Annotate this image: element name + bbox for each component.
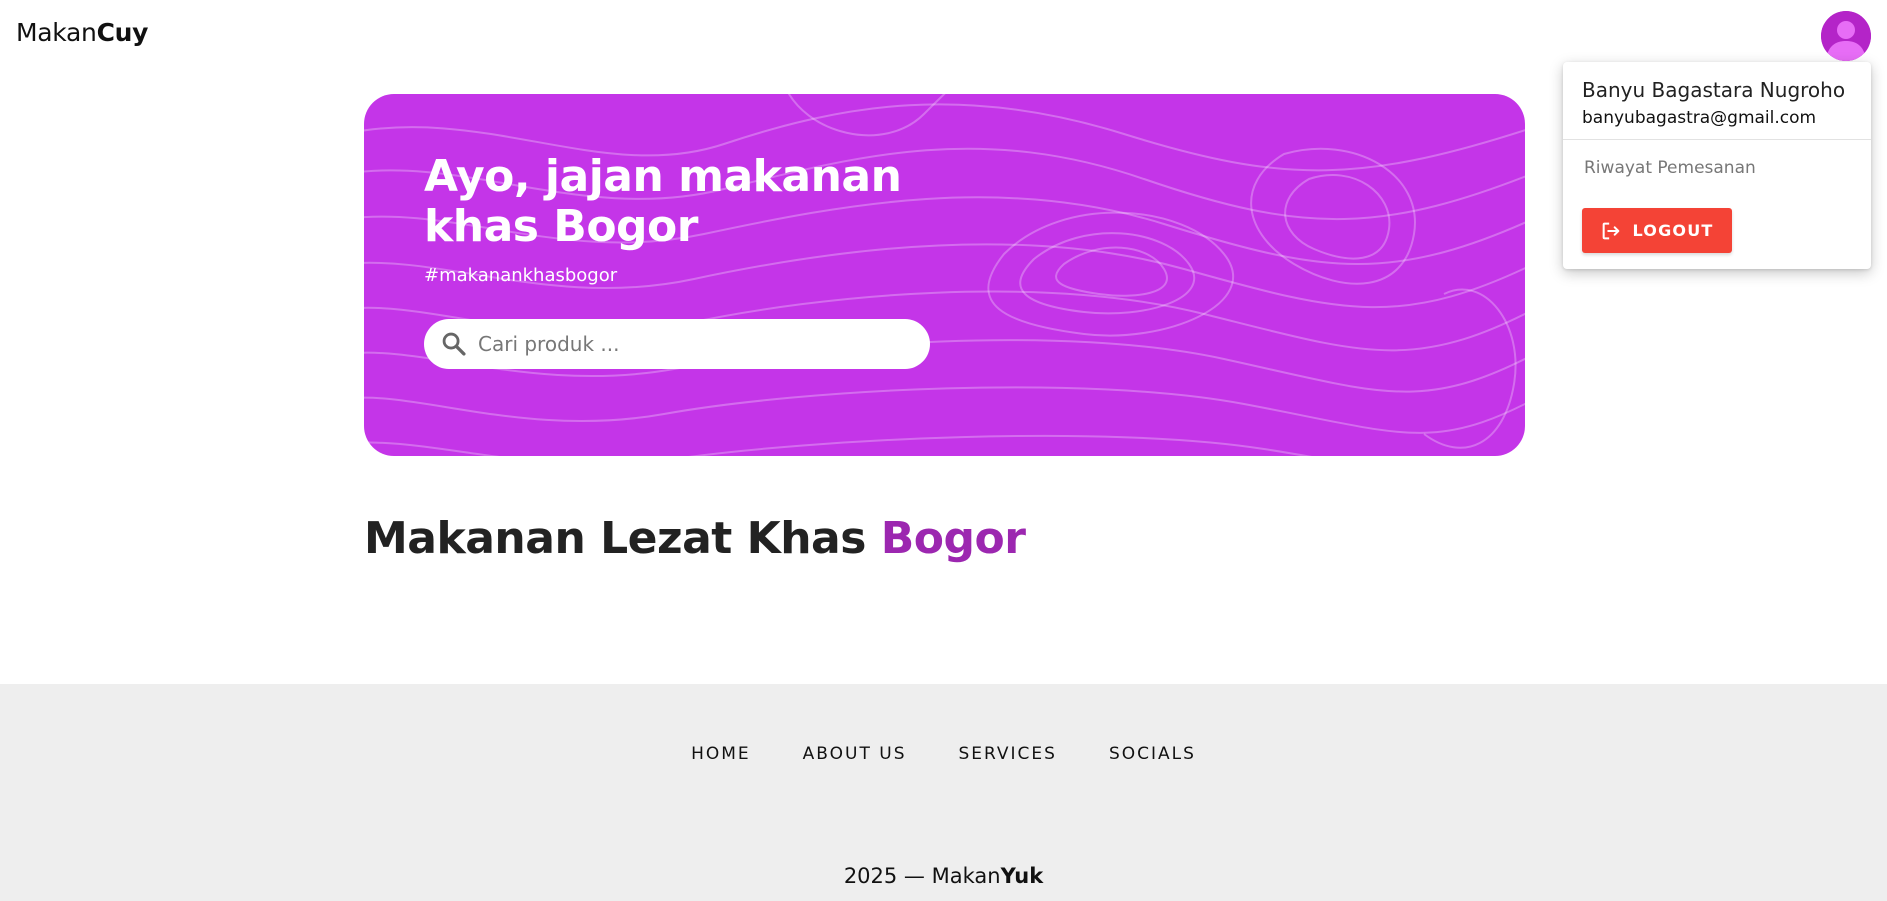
logout-icon <box>1603 222 1620 239</box>
section-title-main: Makanan Lezat Khas <box>364 513 866 564</box>
copyright-prefix: 2025 — Makan <box>843 864 1001 888</box>
logout-label: LOGOUT <box>1632 221 1714 240</box>
copyright: 2025 — MakanYuk <box>0 864 1887 888</box>
user-menu: Banyu Bagastara Nugroho banyubagastra@gm… <box>1563 62 1871 269</box>
menu-divider <box>1563 139 1871 140</box>
brand-prefix: Makan <box>16 18 97 47</box>
section-title: Makanan Lezat Khas Bogor <box>364 513 1026 564</box>
footer-nav: HOME ABOUT US SERVICES SOCIALS <box>0 744 1887 764</box>
section-title-accent: Bogor <box>880 513 1026 564</box>
hero-title: Ayo, jajan makanan khas Bogor <box>424 151 902 252</box>
brand-logo[interactable]: MakanCuy <box>16 18 148 47</box>
brand-suffix: Cuy <box>96 18 149 47</box>
footer-link-services[interactable]: SERVICES <box>959 744 1057 764</box>
logout-button[interactable]: LOGOUT <box>1582 208 1732 253</box>
footer-link-about-us[interactable]: ABOUT US <box>803 744 907 764</box>
search-bar[interactable] <box>424 319 930 369</box>
footer: HOME ABOUT US SERVICES SOCIALS 2025 — Ma… <box>0 684 1887 901</box>
user-email: banyubagastra@gmail.com <box>1582 108 1817 128</box>
user-name: Banyu Bagastara Nugroho <box>1582 78 1846 102</box>
search-input[interactable] <box>478 332 908 356</box>
footer-link-socials[interactable]: SOCIALS <box>1109 744 1196 764</box>
hero-banner: Ayo, jajan makanan khas Bogor #makanankh… <box>364 94 1525 456</box>
search-icon <box>442 332 466 356</box>
user-avatar-button[interactable] <box>1821 11 1871 61</box>
copyright-suffix: Yuk <box>1000 864 1044 888</box>
hero-hashtag: #makanankhasbogor <box>424 265 618 286</box>
user-avatar-icon <box>1821 11 1871 61</box>
order-history-link[interactable]: Riwayat Pemesanan <box>1584 158 1756 178</box>
footer-link-home[interactable]: HOME <box>691 744 751 764</box>
